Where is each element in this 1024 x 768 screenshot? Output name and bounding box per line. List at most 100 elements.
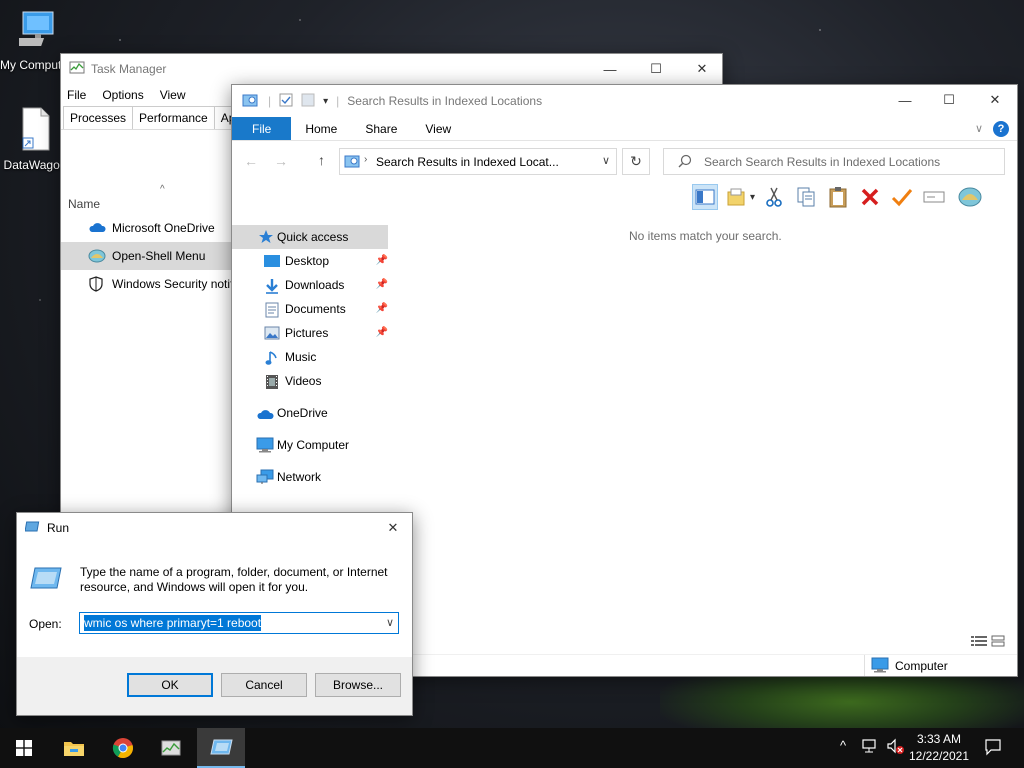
search-location-icon: [344, 153, 362, 172]
network-tray-icon[interactable]: [861, 738, 879, 757]
ribbon-expand-icon[interactable]: ∨: [975, 122, 983, 135]
start-button[interactable]: [0, 728, 48, 768]
ok-button[interactable]: OK: [127, 673, 213, 697]
nav-item-my-computer[interactable]: My Computer: [232, 433, 392, 457]
nav-item-downloads[interactable]: Downloads 📌: [232, 273, 392, 297]
paste-button[interactable]: [825, 184, 851, 210]
nav-item-pictures[interactable]: Pictures 📌: [232, 321, 392, 345]
help-icon[interactable]: ?: [993, 120, 1009, 137]
taskbar-chrome[interactable]: [99, 728, 147, 768]
chrome-icon: [112, 738, 133, 759]
computer-icon: [871, 657, 889, 676]
navigation-pane-button[interactable]: [692, 184, 718, 210]
browse-button[interactable]: Browse...: [315, 673, 401, 697]
nav-label: Network: [277, 470, 322, 484]
delete-button[interactable]: [857, 184, 883, 210]
ribbon-tab-file[interactable]: File: [232, 117, 292, 140]
volume-muted-icon[interactable]: [886, 738, 906, 759]
address-dropdown-icon[interactable]: ∨: [602, 154, 610, 167]
breadcrumb-chevron-icon[interactable]: ›: [364, 154, 367, 165]
tab-processes[interactable]: Processes: [63, 106, 134, 129]
nav-label: Documents: [285, 302, 346, 316]
nav-item-network[interactable]: Network: [232, 465, 392, 489]
close-button[interactable]: ✕: [972, 85, 1017, 115]
task-manager-icon: [69, 60, 85, 79]
run-description: Type the name of a program, folder, docu…: [80, 565, 388, 594]
show-hidden-icons[interactable]: ^: [840, 738, 846, 753]
explorer-title: Search Results in Indexed Locations: [347, 94, 543, 108]
minimize-button[interactable]: —: [587, 54, 633, 84]
close-button[interactable]: ✕: [375, 513, 411, 543]
nav-item-music[interactable]: Music: [232, 345, 392, 369]
navigation-pane-icon: [695, 189, 715, 205]
taskbar-file-explorer[interactable]: [50, 728, 98, 768]
menu-file[interactable]: File: [67, 88, 86, 102]
ribbon-tab-home[interactable]: Home: [291, 117, 351, 140]
explorer-titlebar[interactable]: | ▾ | Search Results in Indexed Location…: [232, 85, 1017, 117]
menu-options[interactable]: Options: [102, 88, 143, 102]
new-folder-quick-icon[interactable]: [301, 93, 315, 110]
empty-results-message: No items match your search.: [629, 229, 782, 243]
onedrive-icon: [88, 220, 106, 237]
chevron-down-icon[interactable]: ∨: [386, 616, 394, 629]
action-center-icon[interactable]: [984, 738, 1002, 759]
status-text: Computer: [895, 659, 948, 673]
taskbar-task-manager[interactable]: [148, 728, 196, 768]
refresh-button[interactable]: ↻: [622, 148, 650, 175]
close-button[interactable]: ✕: [679, 54, 722, 84]
nav-item-onedrive[interactable]: OneDrive: [232, 401, 392, 425]
folder-options-button[interactable]: [724, 184, 750, 210]
search-icon: [678, 154, 692, 171]
open-shell-button[interactable]: [957, 184, 983, 210]
back-arrow-icon[interactable]: ←: [244, 153, 258, 169]
process-row[interactable]: Microsoft OneDrive: [61, 214, 233, 242]
delete-icon: [861, 188, 879, 206]
menu-view[interactable]: View: [160, 88, 186, 102]
run-titlebar[interactable]: Run ✕: [17, 513, 412, 543]
run-dialog[interactable]: Run ✕ Type the name of a program, folder…: [16, 512, 413, 716]
maximize-button[interactable]: ☐: [633, 54, 679, 84]
nav-label: Desktop: [285, 254, 330, 268]
maximize-button[interactable]: ☐: [926, 85, 972, 115]
process-row-selected[interactable]: Open-Shell Menu: [61, 242, 233, 270]
run-command-input[interactable]: wmic os where primaryt=1 reboot ∨: [79, 612, 399, 634]
folder-options-icon: [727, 188, 745, 206]
cut-button[interactable]: [761, 184, 787, 210]
properties-quick-icon[interactable]: [279, 93, 293, 110]
close-icon: ✕: [387, 520, 399, 535]
nav-item-desktop[interactable]: Desktop 📌: [232, 249, 392, 273]
quick-access-dropdown-icon[interactable]: ▾: [323, 96, 328, 107]
rename-button[interactable]: [921, 184, 947, 210]
column-header-name[interactable]: Name: [61, 192, 231, 216]
desktop-folder-icon: [264, 254, 280, 271]
search-input[interactable]: Search Search Results in Indexed Locatio…: [663, 148, 1005, 175]
task-manager-icon: [161, 740, 181, 756]
nav-item-videos[interactable]: Videos: [232, 369, 392, 393]
process-row[interactable]: Windows Security notif: [61, 270, 233, 298]
minimize-button[interactable]: —: [882, 85, 928, 115]
folder-options-dropdown-icon[interactable]: ▾: [750, 192, 755, 203]
folder-icon: [64, 742, 84, 756]
nav-item-quick-access[interactable]: Quick access: [232, 225, 388, 249]
nav-item-documents[interactable]: Documents 📌: [232, 297, 392, 321]
large-icons-view-icon[interactable]: [991, 635, 1005, 650]
cancel-button[interactable]: Cancel: [221, 673, 307, 697]
details-view-icon[interactable]: [971, 635, 987, 650]
address-bar[interactable]: › Search Results in Indexed Locat... ∨: [339, 148, 617, 175]
run-footer: OK Cancel Browse...: [17, 657, 412, 715]
pictures-icon: [264, 326, 280, 343]
ribbon-tab-view[interactable]: View: [411, 117, 465, 140]
status-location: Computer: [864, 655, 948, 676]
up-arrow-icon[interactable]: ↑: [318, 152, 325, 168]
properties-button[interactable]: [889, 184, 915, 210]
nav-label: OneDrive: [277, 406, 328, 420]
tab-performance[interactable]: Performance: [132, 106, 215, 129]
windows-logo-icon: [16, 740, 32, 756]
taskbar-run[interactable]: [197, 728, 245, 768]
task-manager-titlebar[interactable]: Task Manager — ☐ ✕: [61, 54, 722, 84]
taskbar-clock[interactable]: 3:33 AM 12/22/2021: [904, 731, 974, 765]
copy-button[interactable]: [793, 184, 819, 210]
ribbon-tab-share[interactable]: Share: [351, 117, 411, 140]
computer-icon: [4, 8, 74, 55]
forward-arrow-icon[interactable]: →: [274, 153, 288, 169]
